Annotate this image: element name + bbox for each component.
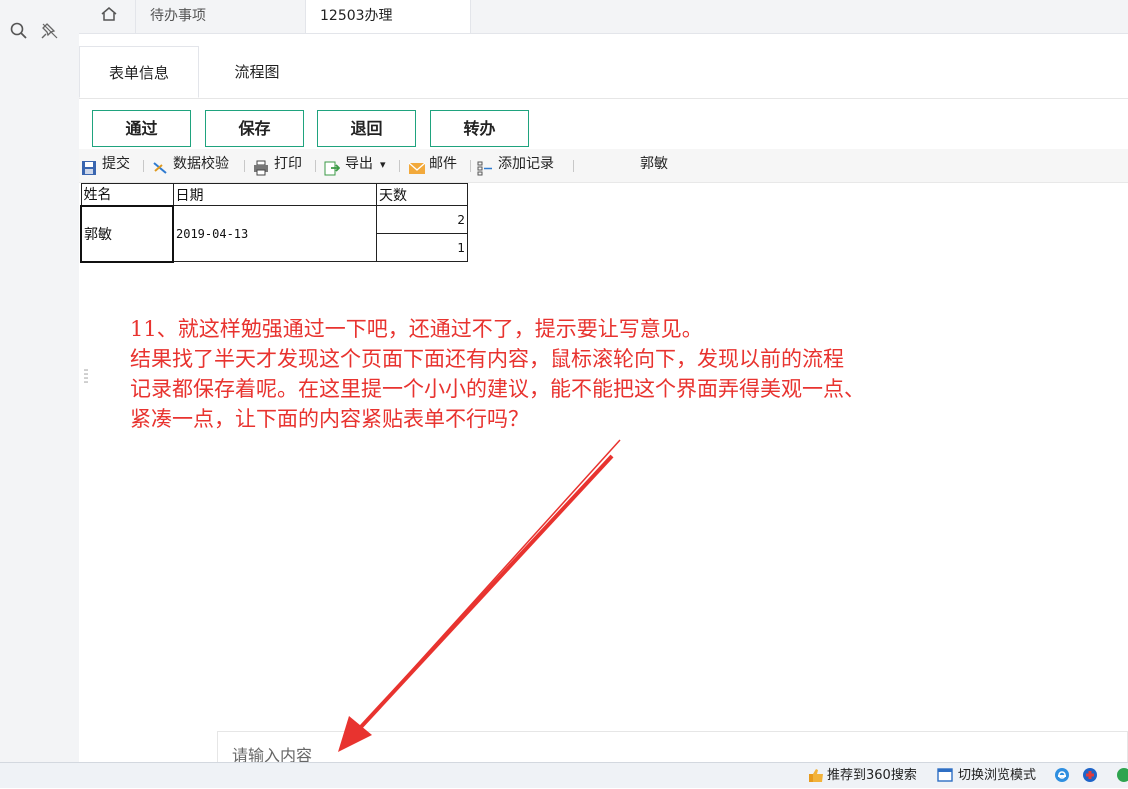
header-name: 姓名 bbox=[80, 183, 174, 206]
tab-12503[interactable]: 12503办理 bbox=[305, 0, 471, 33]
header-days: 天数 bbox=[376, 183, 468, 206]
print-label: 打印 bbox=[274, 156, 302, 172]
mail-label: 邮件 bbox=[429, 156, 457, 172]
top-tab-bar: 待办事项 12503办理 bbox=[79, 0, 1128, 34]
add-record-label: 添加记录 bbox=[498, 156, 554, 172]
export-caret-icon: ▾ bbox=[380, 158, 386, 171]
save-button[interactable]: 保存 bbox=[205, 110, 304, 147]
validate-label: 数据校验 bbox=[173, 156, 229, 172]
switch-mode-label: 切换浏览模式 bbox=[958, 768, 1037, 783]
browser-statusbar: 推荐到360搜索 切换浏览模式 bbox=[0, 762, 1128, 788]
add-row-icon bbox=[477, 157, 493, 176]
cell-name[interactable]: 郭敏 bbox=[80, 204, 174, 263]
annotation-line: 记录都保存着呢。在这里提一个小小的建议，能不能把这个界面弄得美观一点、 bbox=[130, 377, 865, 401]
form-toolbar: 提交 数据校验 打印 导出 ▾ 邮件 添加记录 郭敏 bbox=[79, 149, 1128, 183]
left-sidebar bbox=[0, 0, 79, 762]
window-icon bbox=[937, 768, 953, 788]
security-guard-icon[interactable] bbox=[1082, 767, 1098, 786]
cell-date[interactable]: 2019-04-13 bbox=[172, 205, 377, 262]
mail-icon bbox=[408, 157, 426, 174]
annotation-note: 11、就这样勉强通过一下吧，还通过不了，提示要让写意见。 结果找了半天才发现这个… bbox=[130, 314, 1090, 434]
annotation-line: 11、就这样勉强通过一下吧，还通过不了，提示要让写意见。 bbox=[130, 317, 703, 341]
unpin-icon[interactable] bbox=[39, 20, 61, 42]
drag-handle-icon[interactable] bbox=[84, 368, 88, 386]
current-user: 郭敏 bbox=[640, 156, 668, 172]
approve-button[interactable]: 通过 bbox=[92, 110, 191, 147]
leave-table: 姓名 日期 天数 郭敏 2019-04-13 2 1 bbox=[80, 183, 468, 263]
form-subtabs: 表单信息 流程图 bbox=[79, 46, 1128, 99]
toolbar-divider bbox=[315, 160, 316, 172]
tab-form-info[interactable]: 表单信息 bbox=[79, 46, 199, 98]
ie-icon[interactable] bbox=[1054, 767, 1070, 786]
status-green-icon[interactable] bbox=[1116, 767, 1128, 786]
thumbs-up-icon bbox=[808, 768, 824, 789]
tab-flow-chart[interactable]: 流程图 bbox=[199, 46, 315, 98]
annotation-line: 紧凑一点，让下面的内容紧贴表单不行吗？ bbox=[130, 407, 529, 431]
toolbar-divider bbox=[399, 160, 400, 172]
export-label: 导出 bbox=[345, 156, 373, 172]
header-date: 日期 bbox=[172, 183, 377, 206]
tab-todo[interactable]: 待办事项 bbox=[135, 0, 305, 33]
toolbar-divider bbox=[244, 160, 245, 172]
toolbar-divider bbox=[573, 160, 574, 172]
recommend-label: 推荐到360搜索 bbox=[827, 768, 917, 783]
ruler-pen-icon bbox=[152, 157, 168, 174]
printer-icon bbox=[253, 157, 269, 176]
export-icon bbox=[324, 157, 341, 176]
search-icon[interactable] bbox=[8, 20, 30, 42]
toolbar-divider bbox=[470, 160, 471, 172]
save-disk-icon bbox=[81, 157, 97, 175]
home-icon bbox=[100, 5, 118, 27]
submit-label: 提交 bbox=[102, 156, 130, 172]
return-button[interactable]: 退回 bbox=[317, 110, 416, 147]
annotation-line: 结果找了半天才发现这个页面下面还有内容，鼠标滚轮向下，发现以前的流程 bbox=[130, 347, 844, 371]
transfer-button[interactable]: 转办 bbox=[430, 110, 529, 147]
home-tab[interactable] bbox=[79, 0, 135, 33]
toolbar-divider bbox=[143, 160, 144, 172]
cell-days-1[interactable]: 2 bbox=[376, 205, 468, 234]
cell-days-2[interactable]: 1 bbox=[376, 233, 468, 262]
